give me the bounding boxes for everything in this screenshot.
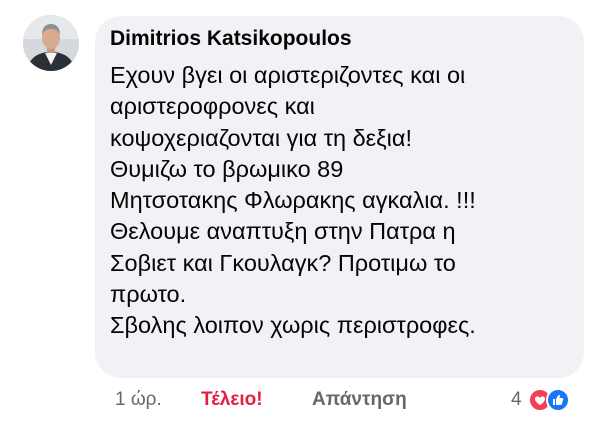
- comment-line: Μητσοτακης Φλωρακης αγκαλια. !!!: [110, 187, 476, 214]
- reaction-button[interactable]: Τέλειο!: [201, 389, 263, 411]
- comment-line: Θυμιζω το βρωμικο 89: [110, 155, 344, 182]
- comment-line: Σβολης λοιπον χωρις περιστροφες.: [110, 312, 476, 339]
- comment-actions: 1 ώρ. Τέλειο! Απάντηση 4: [0, 386, 600, 416]
- comment-line: πρωτο.: [110, 281, 187, 308]
- reply-button[interactable]: Απάντηση: [312, 389, 407, 411]
- comment-text: Εχουν βγει οι αριστεριζοντες και οι αρισ…: [110, 60, 580, 342]
- comment-line: Σοβιετ και Γκουλαγκ? Προτιμω το: [110, 249, 456, 276]
- profile-photo-icon: [23, 15, 79, 71]
- comment-timestamp[interactable]: 1 ώρ.: [115, 389, 162, 411]
- comment-line: Θελουμε αναπτυξη στην Πατρα η: [110, 218, 456, 245]
- reactions-summary[interactable]: 4: [508, 386, 584, 416]
- reaction-count: 4: [511, 389, 522, 410]
- author-avatar[interactable]: [23, 15, 79, 71]
- comment: Dimitrios Katsikopoulos Εχουν βγει οι αρ…: [0, 0, 600, 434]
- comment-line: Εχουν βγει οι αριστεριζοντες και οι: [110, 62, 466, 88]
- author-name[interactable]: Dimitrios Katsikopoulos: [110, 27, 352, 51]
- comment-line: αριστεροφρονες και: [110, 93, 315, 120]
- comment-line: κοψοχεριαζονται για τη δεξια!: [110, 124, 412, 151]
- like-icon: [546, 388, 570, 412]
